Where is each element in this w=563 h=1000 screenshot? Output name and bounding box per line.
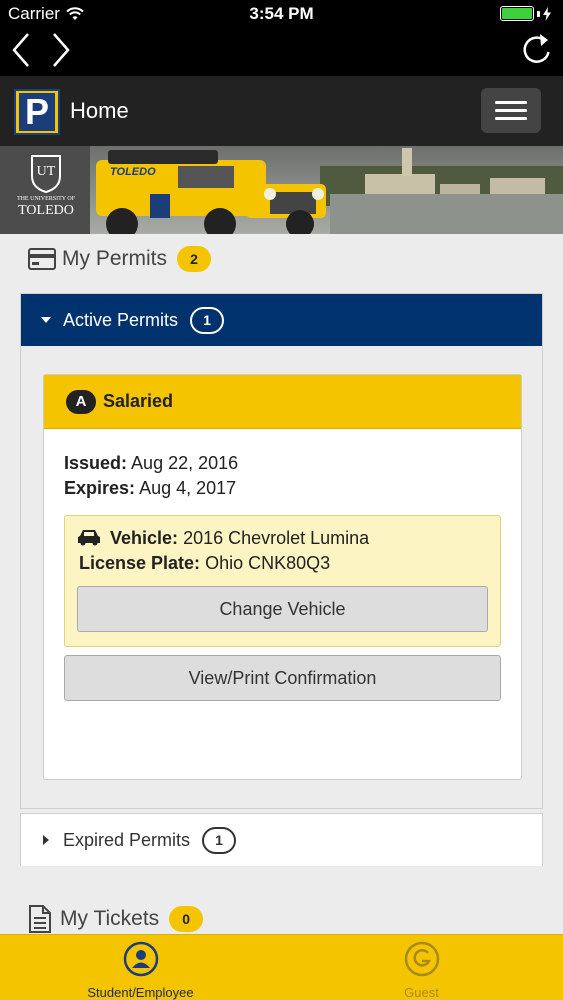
app-header: P Home xyxy=(0,76,563,146)
change-vehicle-button[interactable]: Change Vehicle xyxy=(77,586,488,632)
banner-image xyxy=(0,146,563,234)
issued-value: Aug 22, 2016 xyxy=(131,453,239,473)
my-tickets-count-badge: 0 xyxy=(169,906,204,932)
university-banner: UT THE UNIVERSITY OF TOLEDO TOLEDO xyxy=(0,146,563,234)
tab-guest-label: Guest xyxy=(404,985,439,1000)
expired-permits-panel: Expired Permits 1 xyxy=(20,813,543,866)
parking-logo[interactable]: P xyxy=(14,89,60,135)
my-tickets-heading: My Tickets 0 xyxy=(28,905,204,933)
plate-value: Ohio CNK80Q3 xyxy=(205,553,331,573)
active-permits-header[interactable]: Active Permits 1 xyxy=(21,294,542,346)
document-icon xyxy=(29,905,51,933)
expires-label: Expires: xyxy=(64,478,136,498)
battery-icon xyxy=(500,6,551,21)
caret-right-icon xyxy=(43,835,49,845)
chevron-right-icon xyxy=(53,33,70,67)
my-tickets-title: My Tickets xyxy=(60,907,160,930)
active-permits-title: Active Permits xyxy=(63,309,179,330)
hamburger-line xyxy=(495,109,527,112)
tab-student-employee[interactable]: Student/Employee xyxy=(0,935,281,1000)
expires-row: Expires: Aug 4, 2017 xyxy=(64,476,501,501)
logo-letter: P xyxy=(19,93,55,131)
charging-bolt-icon xyxy=(543,6,551,21)
plate-row: License Plate: Ohio CNK80Q3 xyxy=(77,551,488,576)
vehicle-value: 2016 Chevrolet Lumina xyxy=(183,528,370,548)
university-small-text: THE UNIVERSITY OF xyxy=(16,196,76,202)
my-permits-heading: My Permits 2 xyxy=(28,246,211,272)
expired-permits-title: Expired Permits xyxy=(63,829,191,850)
refresh-button[interactable] xyxy=(515,30,559,70)
car-icon xyxy=(78,530,100,546)
active-permits-panel: Active Permits 1 A Salaried Issued: Aug … xyxy=(20,293,543,809)
vehicle-info-box: Vehicle: 2016 Chevrolet Lumina License P… xyxy=(64,515,501,647)
status-time: 3:54 PM xyxy=(249,4,314,23)
page-title: Home xyxy=(70,98,129,123)
my-permits-count-badge: 2 xyxy=(177,246,211,272)
expired-permits-count: 1 xyxy=(202,826,237,854)
tab-student-employee-label: Student/Employee xyxy=(87,985,194,1000)
refresh-icon xyxy=(523,34,550,63)
expires-value: Aug 4, 2017 xyxy=(139,478,237,498)
university-name-text: TOLEDO xyxy=(18,203,74,218)
active-permits-count: 1 xyxy=(190,306,225,334)
browser-nav-bar xyxy=(0,28,563,76)
expired-permits-header[interactable]: Expired Permits 1 xyxy=(21,814,542,866)
tab-guest[interactable]: Guest xyxy=(281,935,562,1000)
issued-row: Issued: Aug 22, 2016 xyxy=(64,451,501,476)
view-print-confirmation-button[interactable]: View/Print Confirmation xyxy=(64,655,501,701)
hamburger-menu-button[interactable] xyxy=(481,88,541,133)
forward-button[interactable] xyxy=(40,30,84,70)
permit-card: A Salaried Issued: Aug 22, 2016 Expires:… xyxy=(43,374,522,780)
hamburger-line xyxy=(495,117,527,120)
main-content: My Permits 2 Active Permits 1 A Salaried… xyxy=(0,234,563,934)
vehicle-row: Vehicle: 2016 Chevrolet Lumina xyxy=(77,526,488,551)
jeep-decal-text: TOLEDO xyxy=(110,166,156,178)
my-permits-title: My Permits xyxy=(62,247,167,270)
permit-type: Salaried xyxy=(103,391,174,411)
permit-details: Issued: Aug 22, 2016 Expires: Aug 4, 201… xyxy=(44,429,521,701)
guest-g-icon xyxy=(404,941,440,977)
hamburger-line xyxy=(495,101,527,104)
status-bar: Carrier 3:54 PM xyxy=(0,0,563,28)
permit-card-header: A Salaried xyxy=(44,375,521,429)
user-icon xyxy=(123,941,159,977)
vehicle-label: Vehicle: xyxy=(110,528,179,548)
permit-class-badge: A xyxy=(66,389,96,414)
caret-down-icon xyxy=(41,317,51,323)
seal-text: UT xyxy=(36,164,56,179)
credit-card-icon xyxy=(28,248,56,270)
plate-label: License Plate: xyxy=(79,553,201,573)
bottom-tab-bar: Student/Employee Guest xyxy=(0,934,563,1000)
issued-label: Issued: xyxy=(64,453,128,473)
